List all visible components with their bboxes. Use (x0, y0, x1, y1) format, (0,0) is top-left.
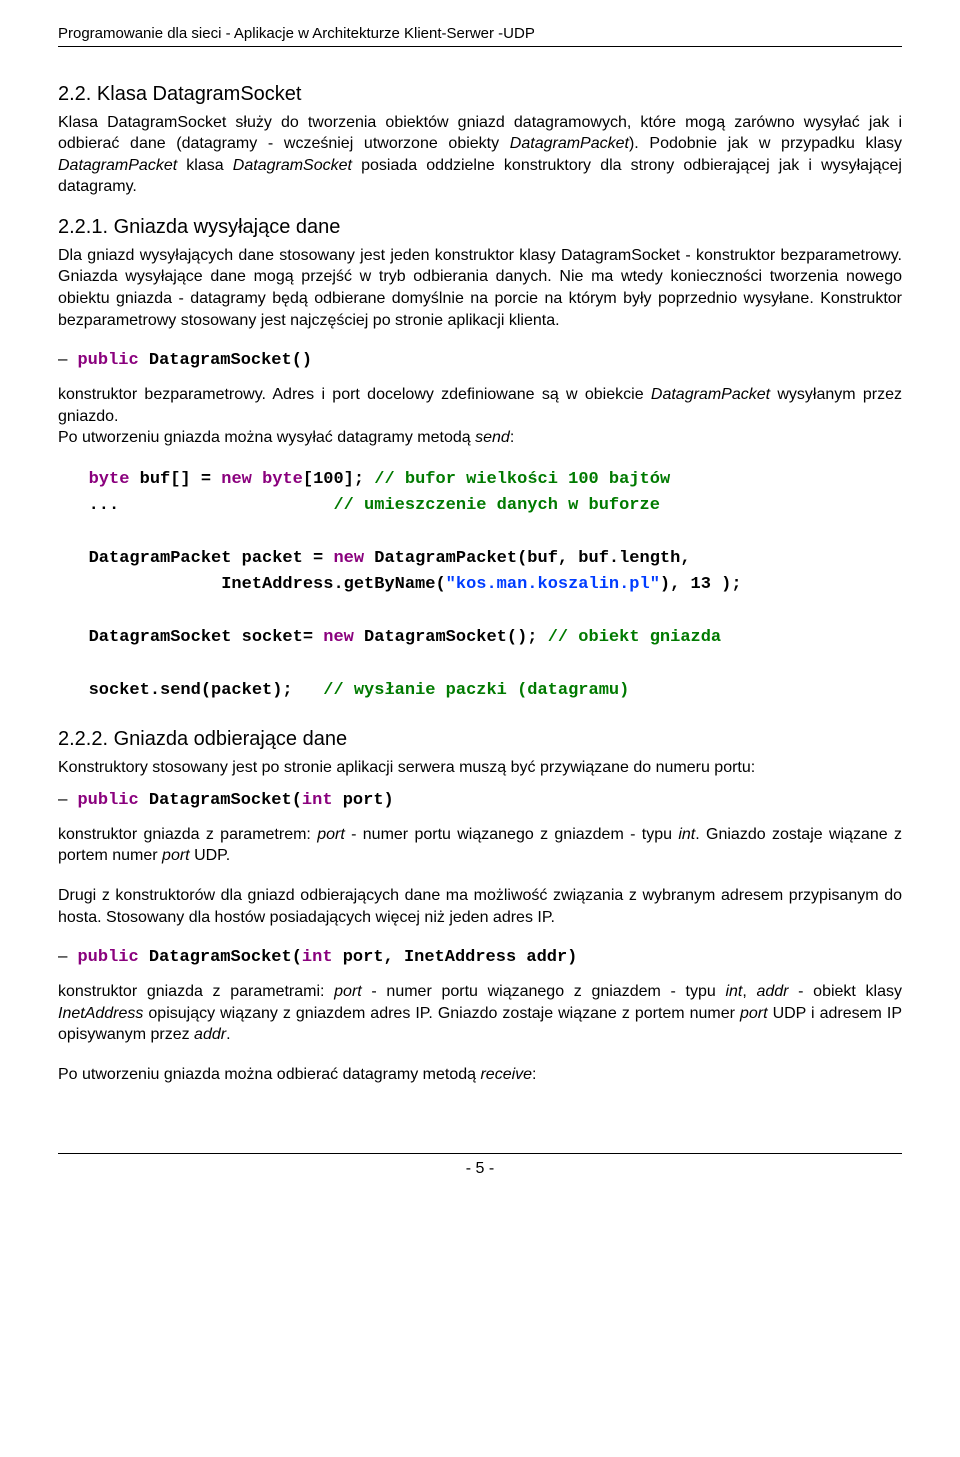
section-2-2-1-p2: konstruktor bezparametrowy. Adres i port… (58, 384, 902, 449)
page-container: Programowanie dla sieci - Aplikacje w Ar… (0, 0, 960, 1218)
footer-rule (58, 1153, 902, 1154)
section-2-2-2-title: 2.2.2. Gniazda odbierające dane (58, 728, 902, 751)
running-header: Programowanie dla sieci - Aplikacje w Ar… (58, 24, 902, 44)
code-block-send-example: byte buf[] = new byte[100]; // bufor wie… (58, 467, 902, 704)
signature-datagramsocket-port: –public DatagramSocket(int port) (58, 789, 902, 810)
section-2-2-2-p4: konstruktor gniazda z parametrami: port … (58, 981, 902, 1046)
signature-datagramsocket-port-addr: –public DatagramSocket(int port, InetAdd… (58, 946, 902, 967)
section-2-2-1-p1: Dla gniazd wysyłających dane stosowany j… (58, 245, 902, 331)
section-2-2-2-p3: Drugi z konstruktorów dla gniazd odbiera… (58, 885, 902, 928)
section-2-2-1-title: 2.2.1. Gniazda wysyłające dane (58, 216, 902, 239)
section-2-2-2-p5: Po utworzeniu gniazda można odbierać dat… (58, 1064, 902, 1086)
header-rule (58, 46, 902, 47)
section-2-2-p1: Klasa DatagramSocket służy do tworzenia … (58, 112, 902, 198)
signature-datagramsocket-noarg: –public DatagramSocket() (58, 349, 902, 370)
page-number: - 5 - (58, 1160, 902, 1178)
section-2-2-2-p2: konstruktor gniazda z parametrem: port -… (58, 824, 902, 867)
section-2-2-2-p1: Konstruktory stosowany jest po stronie a… (58, 757, 902, 779)
section-2-2-title: 2.2. Klasa DatagramSocket (58, 83, 902, 106)
